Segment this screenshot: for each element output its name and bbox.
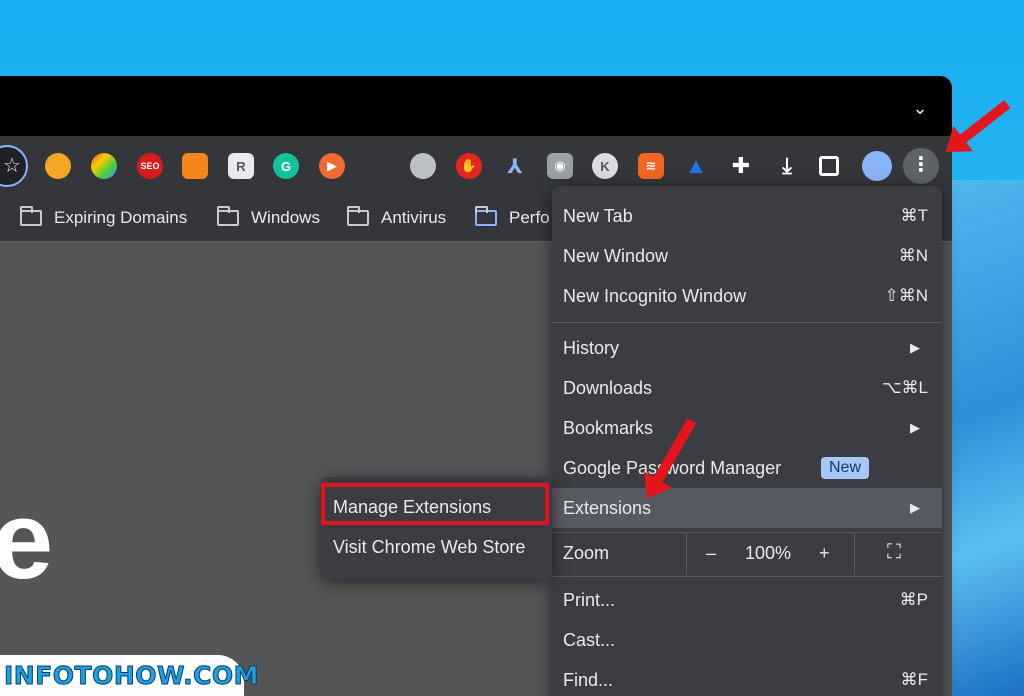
- grammarly-icon[interactable]: G: [273, 153, 299, 179]
- kebab-menu-icon[interactable]: ⋮: [903, 148, 939, 184]
- bookmark-perfo[interactable]: Perfo: [475, 204, 550, 232]
- menu-item-downloads[interactable]: Downloads ⌥⌘L: [552, 368, 942, 408]
- title-bar: ⌄: [0, 76, 952, 136]
- submenu-arrow-icon: ▶: [910, 340, 920, 355]
- annotation-arrow-icon: [956, 100, 1011, 145]
- zoom-level: 100%: [745, 543, 792, 563]
- bookmark-star-icon[interactable]: ☆: [0, 145, 28, 187]
- submenu-arrow-icon: ▶: [910, 500, 920, 515]
- drive-extension-icon[interactable]: ▲: [683, 153, 709, 179]
- page-logo-letter: e: [0, 479, 54, 602]
- extension-icon-1[interactable]: [45, 153, 71, 179]
- metamask-extension-icon[interactable]: [182, 153, 208, 179]
- zoom-label: Zoom: [563, 543, 610, 563]
- menu-item-print[interactable]: Print... ⌘P: [552, 580, 942, 620]
- extension-icon-12[interactable]: K: [592, 153, 618, 179]
- rss-extension-icon[interactable]: ≋: [638, 153, 664, 179]
- bookmark-folder-antivirus[interactable]: Antivirus: [347, 204, 446, 232]
- adblock-icon[interactable]: ✋: [456, 153, 482, 179]
- menu-item-bookmarks[interactable]: Bookmarks ▶: [552, 408, 942, 448]
- extension-icon-7[interactable]: ▶: [319, 153, 345, 179]
- folder-icon: [20, 206, 42, 226]
- seo-extension-icon[interactable]: SEO: [137, 153, 163, 179]
- zoom-out-button[interactable]: –: [706, 543, 716, 564]
- menu-item-new-window[interactable]: New Window ⌘N: [552, 236, 942, 276]
- menu-item-new-incognito-window[interactable]: New Incognito Window ⇧⌘N: [552, 276, 942, 316]
- folder-icon: [347, 206, 369, 226]
- submenu-arrow-icon: ▶: [910, 420, 920, 435]
- tab-search-chevron-icon[interactable]: ⌄: [910, 98, 930, 118]
- menu-item-extensions[interactable]: Extensions ▶: [552, 488, 942, 528]
- fullscreen-icon[interactable]: ⛶: [887, 541, 901, 564]
- menu-item-new-tab[interactable]: New Tab ⌘T: [552, 196, 942, 236]
- extension-icon-2[interactable]: [91, 153, 117, 179]
- zoom-divider: [686, 533, 687, 575]
- puzzle-extensions-icon[interactable]: ✚: [728, 153, 754, 179]
- watermark: INFOTOHOW.COM: [0, 655, 259, 696]
- menu-item-manage-extensions[interactable]: Manage Extensions: [333, 497, 491, 518]
- camera-extension-icon[interactable]: ◉: [547, 153, 573, 179]
- page-icon: [475, 206, 497, 226]
- new-badge: New: [821, 457, 870, 479]
- extension-icon-10[interactable]: ⅄: [502, 153, 528, 179]
- bookmark-folder-expiring-domains[interactable]: Expiring Domains: [20, 204, 187, 232]
- menu-separator: [552, 576, 942, 577]
- folder-icon: [217, 206, 239, 226]
- extension-icon-5[interactable]: R: [228, 153, 254, 179]
- extensions-submenu: Manage Extensions Visit Chrome Web Store: [320, 477, 552, 579]
- menu-separator: [552, 322, 942, 323]
- download-icon[interactable]: ⤓: [774, 153, 800, 179]
- menu-item-cast[interactable]: Cast...: [552, 620, 942, 660]
- profile-avatar[interactable]: [862, 151, 892, 181]
- menu-item-find[interactable]: Find... ⌘F: [552, 660, 942, 696]
- globe-extension-icon[interactable]: [410, 153, 436, 179]
- zoom-divider: [854, 533, 855, 575]
- menu-item-google-password-manager[interactable]: Google Password Manager New: [552, 448, 942, 488]
- zoom-in-button[interactable]: +: [819, 543, 830, 564]
- desktop-wallpaper: [950, 180, 1024, 696]
- chrome-main-menu: New Tab ⌘T New Window ⌘N New Incognito W…: [552, 186, 942, 696]
- menu-item-history[interactable]: History ▶: [552, 328, 942, 368]
- zoom-row: Zoom – 100% + ⛶: [552, 533, 942, 575]
- bookmark-folder-windows[interactable]: Windows: [217, 204, 320, 232]
- menu-item-visit-chrome-web-store[interactable]: Visit Chrome Web Store: [333, 537, 525, 558]
- side-panel-icon[interactable]: [819, 156, 839, 176]
